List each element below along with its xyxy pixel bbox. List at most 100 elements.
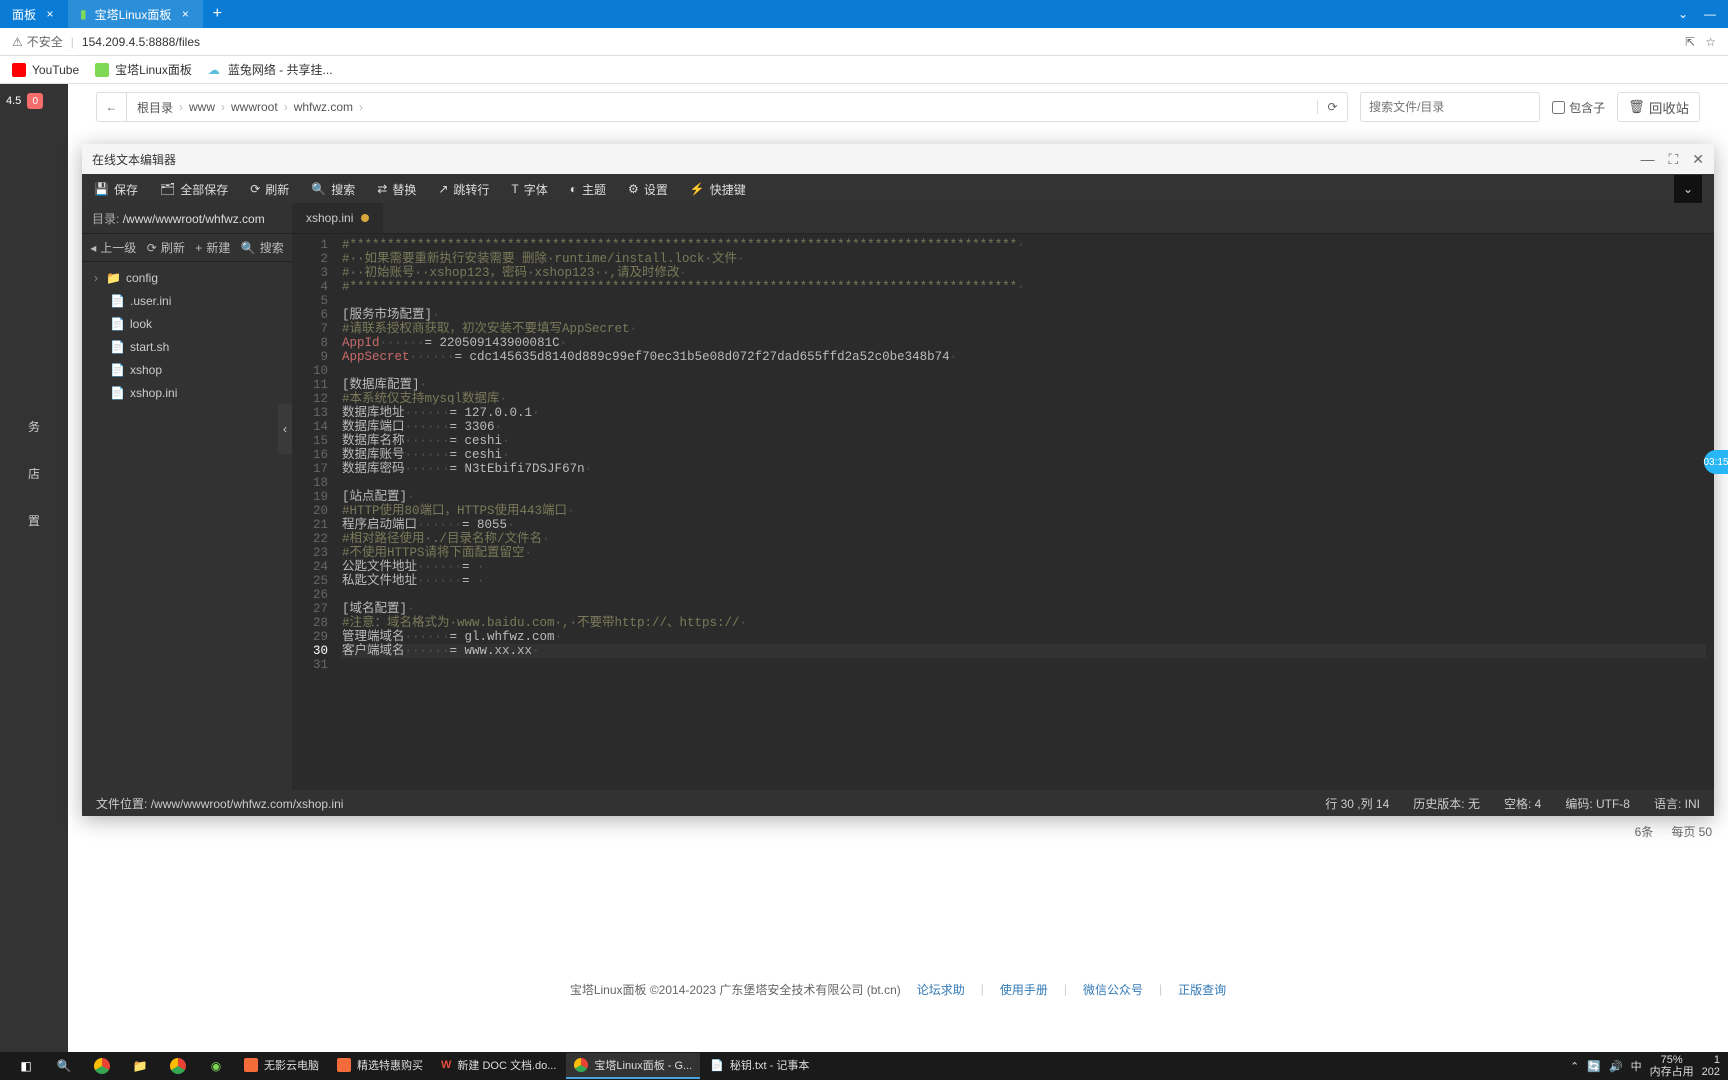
- sidebar-path: 目录: /www/wwwroot/whfwz.com: [82, 204, 292, 234]
- main-content: ← 根目录›www›wwwroot›whfwz.com› ⟳ 包含子 🗑 回收站…: [68, 84, 1728, 1052]
- goto-icon: ↗: [438, 182, 448, 196]
- float-timer-badge[interactable]: 03:15: [1704, 450, 1728, 474]
- editor-title: 在线文本编辑器: [92, 151, 176, 168]
- theme-icon: ◐: [570, 182, 577, 196]
- shortcut-button[interactable]: ⚡快捷键: [690, 181, 746, 198]
- count-label: 6条: [1635, 823, 1654, 840]
- breadcrumb-segment[interactable]: wwwroot: [231, 100, 278, 114]
- close-icon[interactable]: ✕: [1692, 151, 1704, 168]
- chrome-icon[interactable]: [160, 1052, 196, 1080]
- tree-file[interactable]: 📄.user.ini: [82, 289, 292, 312]
- code-area[interactable]: 1234567891011121314151617181920212223242…: [292, 234, 1714, 790]
- taskbar-item[interactable]: 无影云电脑: [236, 1053, 327, 1079]
- tray-volume-icon[interactable]: 🔊: [1609, 1060, 1623, 1073]
- notification-badge[interactable]: 0: [27, 93, 43, 109]
- tree-file[interactable]: 📄xshop: [82, 358, 292, 381]
- close-icon[interactable]: ×: [179, 8, 191, 20]
- bolt-icon: ⚡: [690, 182, 705, 196]
- save-all-button[interactable]: 🗂全部保存: [160, 181, 228, 198]
- tray-clock[interactable]: 1202: [1702, 1054, 1720, 1078]
- footer-link[interactable]: 论坛求助: [917, 981, 965, 998]
- taskbar-item[interactable]: 精选特惠购买: [329, 1053, 431, 1079]
- tree-file[interactable]: 📄xshop.ini: [82, 381, 292, 404]
- url-text[interactable]: 154.209.4.5:8888/files: [82, 35, 200, 49]
- taskbar-item[interactable]: 宝塔Linux面板 - G...: [566, 1053, 700, 1079]
- new-tab-button[interactable]: +: [203, 0, 231, 28]
- taskbar-item[interactable]: 📄秘钥.txt - 记事本: [702, 1053, 817, 1079]
- code-lines[interactable]: #***************************************…: [334, 234, 1714, 790]
- maximize-icon[interactable]: ⛶: [1668, 151, 1678, 168]
- include-sub-checkbox[interactable]: 包含子: [1552, 99, 1605, 116]
- browser-tab[interactable]: 面板 ×: [0, 0, 68, 28]
- back-button[interactable]: ←: [97, 93, 127, 121]
- star-icon[interactable]: ☆: [1705, 35, 1716, 49]
- save-button[interactable]: 💾保存: [94, 181, 138, 198]
- bookmark-cloud[interactable]: ☁ 蓝兔网络 - 共享挂...: [208, 61, 333, 78]
- chrome-icon[interactable]: [84, 1052, 120, 1080]
- breadcrumb-segment[interactable]: whfwz.com: [294, 100, 353, 114]
- chevron-right-icon: ›: [221, 100, 225, 114]
- goto-button[interactable]: ↗跳转行: [438, 181, 489, 198]
- bookmark-youtube[interactable]: YouTube: [12, 63, 79, 77]
- close-icon[interactable]: ×: [44, 8, 56, 20]
- footer-link[interactable]: 正版查询: [1178, 981, 1226, 998]
- search-button[interactable]: 🔍搜索: [311, 181, 355, 198]
- status-encoding[interactable]: 编码: UTF-8: [1565, 795, 1630, 812]
- version-label: 4.5: [6, 95, 21, 107]
- search-icon: 🔍: [311, 182, 326, 196]
- status-lang[interactable]: 语言: INI: [1654, 795, 1700, 812]
- tray-sync-icon[interactable]: 🔄: [1587, 1060, 1601, 1073]
- browser-tab[interactable]: ▮ 宝塔Linux面板 ×: [68, 0, 203, 28]
- tree-file[interactable]: 📄look: [82, 312, 292, 335]
- font-button[interactable]: T字体: [511, 181, 547, 198]
- share-icon[interactable]: ⇱: [1685, 35, 1695, 49]
- search-input[interactable]: [1360, 92, 1540, 122]
- checkbox[interactable]: [1552, 101, 1565, 114]
- breadcrumb-segment[interactable]: www: [189, 100, 215, 114]
- tray-chevron-icon[interactable]: ⌃: [1570, 1060, 1579, 1073]
- windows-taskbar: ◧ 🔍 📁 ◉ 无影云电脑 精选特惠购买 W新建 DOC 文档.do... 宝塔…: [0, 1052, 1728, 1080]
- sidebar-item[interactable]: 务: [28, 418, 40, 435]
- unsaved-dot-icon: [361, 214, 369, 222]
- start-icon[interactable]: ◧: [8, 1052, 44, 1080]
- minimize-icon[interactable]: —: [1640, 151, 1654, 168]
- tab-label: 面板: [12, 6, 36, 23]
- search-icon[interactable]: 🔍: [46, 1052, 82, 1080]
- bt-icon: [95, 63, 109, 77]
- sidebar-item[interactable]: 店: [28, 465, 40, 482]
- file-icon: 📄: [110, 363, 124, 377]
- recycle-button[interactable]: 🗑 回收站: [1617, 92, 1700, 122]
- tree-file[interactable]: 📄start.sh: [82, 335, 292, 358]
- app-icon[interactable]: ◉: [198, 1052, 234, 1080]
- path-navigator: ← 根目录›www›wwwroot›whfwz.com› ⟳: [96, 92, 1348, 122]
- tree-folder[interactable]: ›📁config: [82, 266, 292, 289]
- theme-button[interactable]: ◐主题: [570, 181, 606, 198]
- chevron-down-icon[interactable]: ⌄: [1674, 175, 1702, 203]
- tree-item-label: xshop.ini: [130, 386, 177, 400]
- minimize-icon[interactable]: —: [1704, 7, 1716, 21]
- tray-ime-icon[interactable]: 中: [1631, 1058, 1642, 1074]
- sidebar-item[interactable]: 置: [28, 512, 40, 529]
- settings-button[interactable]: ⚙设置: [628, 181, 668, 198]
- refresh-button[interactable]: ⟳刷新: [147, 239, 185, 256]
- editor-window: 在线文本编辑器 — ⛶ ✕ 💾保存 🗂全部保存 ⟳刷新 🔍搜索 ⇄替换 ↗跳转行…: [82, 144, 1714, 816]
- taskbar-item[interactable]: W新建 DOC 文档.do...: [433, 1053, 564, 1079]
- bookmark-bt[interactable]: 宝塔Linux面板: [95, 61, 192, 78]
- chevron-down-icon[interactable]: ⌄: [1678, 7, 1688, 21]
- memory-indicator[interactable]: 75% 内存占用: [1650, 1054, 1694, 1078]
- tree-item-label: look: [130, 317, 152, 331]
- breadcrumb-segment[interactable]: 根目录: [137, 99, 173, 116]
- new-button[interactable]: +新建: [195, 239, 230, 256]
- editor-tab[interactable]: xshop.ini: [292, 203, 383, 233]
- explorer-icon[interactable]: 📁: [122, 1052, 158, 1080]
- status-space[interactable]: 空格: 4: [1504, 795, 1541, 812]
- refresh-icon[interactable]: ⟳: [1317, 100, 1347, 114]
- status-history[interactable]: 历史版本: 无: [1413, 795, 1480, 812]
- up-level-button[interactable]: ◂上一级: [90, 239, 136, 256]
- footer-link[interactable]: 使用手册: [1000, 981, 1048, 998]
- footer-link[interactable]: 微信公众号: [1083, 981, 1143, 998]
- collapse-sidebar-icon[interactable]: ‹: [278, 404, 292, 454]
- search-button[interactable]: 🔍搜索: [241, 239, 284, 256]
- refresh-button[interactable]: ⟳刷新: [250, 181, 289, 198]
- replace-button[interactable]: ⇄替换: [377, 181, 416, 198]
